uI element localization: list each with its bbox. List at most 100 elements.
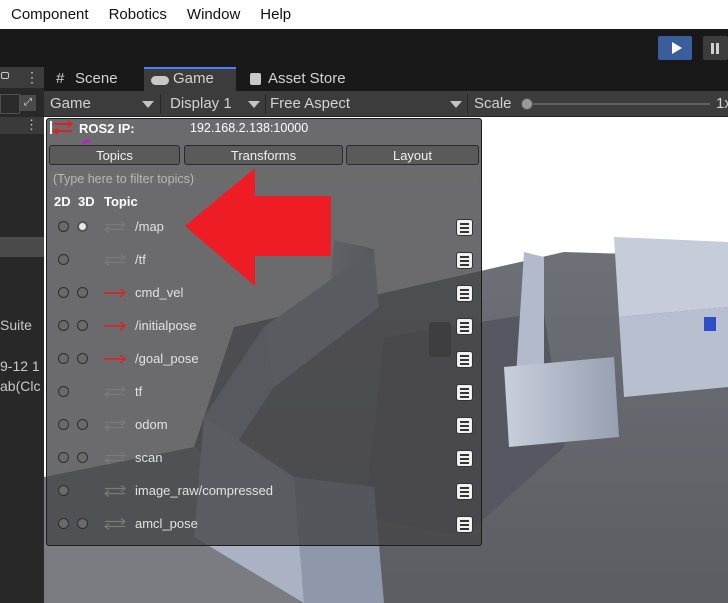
main-toolbar — [0, 29, 728, 67]
topic-name[interactable]: /goal_pose — [135, 351, 199, 366]
toggle-3d-checkbox[interactable] — [77, 320, 88, 331]
menu-component[interactable]: Component — [0, 6, 99, 23]
chevron-down-icon — [142, 101, 154, 108]
subscribe-arrow-icon — [104, 386, 126, 398]
publish-arrow-icon — [104, 288, 127, 298]
hierarchy-toolbar-row: ⋮ — [0, 117, 44, 134]
toggle-3d-checkbox[interactable] — [77, 518, 88, 529]
topic-name[interactable]: scan — [135, 450, 162, 465]
topic-name[interactable]: image_raw/compressed — [135, 483, 273, 498]
hierarchy-item-text[interactable]: ab(Clc — [0, 378, 40, 394]
hierarchy-item-suite[interactable]: Suite — [0, 317, 32, 333]
pause-button[interactable] — [703, 36, 728, 60]
tab-scene[interactable]: # Scene — [48, 67, 144, 91]
tab-asset-store-label: Asset Store — [268, 70, 346, 87]
ros-ip-value[interactable]: 192.168.2.138:10000 — [190, 121, 308, 135]
topics-button[interactable]: Topics — [49, 145, 180, 165]
transforms-button[interactable]: Transforms — [184, 145, 343, 165]
toggle-2d-checkbox[interactable] — [58, 452, 69, 463]
gamepad-icon — [151, 76, 169, 85]
display-dropdown[interactable]: Display 1 — [170, 91, 262, 117]
toggle-2d-checkbox[interactable] — [58, 221, 69, 232]
resize-icon[interactable]: ⤢ — [20, 95, 36, 111]
play-icon — [672, 42, 682, 54]
topic-menu-button[interactable] — [456, 483, 473, 500]
column-topic-header: Topic — [104, 194, 138, 209]
topic-name[interactable]: amcl_pose — [135, 516, 198, 531]
subscribe-arrow-icon — [104, 485, 126, 497]
scale-value: 1x — [716, 95, 728, 112]
toggle-3d-checkbox[interactable] — [77, 221, 88, 232]
hierarchy-item-text[interactable]: 9-12 1 — [0, 358, 40, 374]
toggle-3d-checkbox[interactable] — [77, 419, 88, 430]
lock-icon[interactable] — [1, 72, 9, 79]
tab-asset-store[interactable]: Asset Store — [240, 67, 360, 91]
pause-icon — [711, 43, 714, 54]
toolbar-divider — [265, 94, 266, 114]
toggle-3d-checkbox[interactable] — [77, 287, 88, 298]
scale-slider-handle[interactable] — [521, 98, 533, 110]
aspect-dropdown[interactable]: Free Aspect — [270, 91, 465, 117]
toolbar-divider — [467, 94, 468, 114]
topic-menu-button[interactable] — [456, 516, 473, 533]
subscribe-arrow-icon — [104, 518, 126, 530]
column-2d-header: 2D — [54, 194, 71, 209]
topic-name[interactable]: /initialpose — [135, 318, 196, 333]
topic-menu-button[interactable] — [456, 351, 473, 368]
topic-menu-button[interactable] — [456, 450, 473, 467]
topic-name[interactable]: /map — [135, 219, 164, 234]
topic-menu-button[interactable] — [456, 285, 473, 302]
connection-status-icon — [50, 120, 74, 135]
subscribe-arrow-icon — [104, 221, 126, 233]
annotation-arrow-icon — [185, 168, 331, 286]
topic-menu-button[interactable] — [456, 252, 473, 269]
topic-menu-button[interactable] — [456, 384, 473, 401]
toggle-2d-checkbox[interactable] — [58, 419, 69, 430]
toggle-2d-checkbox[interactable] — [58, 518, 69, 529]
ros-ip-label: ROS2 IP: — [79, 121, 135, 136]
topic-menu-button[interactable] — [456, 417, 473, 434]
chevron-down-icon — [450, 101, 462, 108]
subscribe-arrow-icon — [104, 452, 126, 464]
tab-game-label: Game — [173, 70, 214, 87]
menu-robotics[interactable]: Robotics — [99, 6, 177, 23]
aspect-dropdown-value: Free Aspect — [270, 95, 351, 112]
toggle-3d-checkbox[interactable] — [77, 452, 88, 463]
tab-game[interactable]: Game — [144, 67, 236, 91]
subscribe-arrow-icon — [104, 419, 126, 431]
toggle-2d-checkbox[interactable] — [58, 287, 69, 298]
publish-arrow-icon — [104, 354, 127, 364]
toggle-2d-checkbox[interactable] — [58, 320, 69, 331]
menu-bar: Component Robotics Window Help — [0, 0, 728, 29]
topic-name[interactable]: /tf — [135, 252, 146, 267]
toggle-3d-checkbox[interactable] — [77, 353, 88, 364]
scale-slider-track[interactable] — [522, 103, 710, 105]
topic-menu-button[interactable] — [456, 318, 473, 335]
toolbar-divider — [160, 94, 161, 114]
toggle-2d-checkbox[interactable] — [58, 386, 69, 397]
hierarchy-header: ⋮ — [0, 67, 44, 88]
toggle-2d-checkbox[interactable] — [58, 485, 69, 496]
play-button[interactable] — [658, 36, 692, 60]
toggle-2d-checkbox[interactable] — [58, 353, 69, 364]
chevron-down-icon — [248, 101, 260, 108]
menu-help[interactable]: Help — [250, 6, 301, 23]
topic-menu-button[interactable] — [456, 219, 473, 236]
menu-window[interactable]: Window — [177, 6, 250, 23]
toggle-2d-checkbox[interactable] — [58, 254, 69, 265]
topic-name[interactable]: tf — [135, 384, 142, 399]
bag-icon — [250, 73, 261, 85]
hierarchy-selected-item[interactable] — [0, 237, 44, 257]
topic-name[interactable]: cmd_vel — [135, 285, 183, 300]
topic-name[interactable]: odom — [135, 417, 168, 432]
publish-arrow-icon — [104, 321, 127, 331]
hierarchy-search-input[interactable] — [0, 94, 20, 114]
view-dropdown-value: Game — [50, 95, 91, 112]
kebab-menu-icon[interactable]: ⋮ — [25, 118, 38, 132]
view-dropdown[interactable]: Game — [50, 91, 156, 117]
grid-icon: # — [56, 70, 65, 87]
subscribe-arrow-icon — [104, 254, 126, 266]
tab-scene-label: Scene — [75, 70, 118, 87]
kebab-menu-icon[interactable]: ⋮ — [25, 70, 39, 84]
layout-button[interactable]: Layout — [346, 145, 479, 165]
